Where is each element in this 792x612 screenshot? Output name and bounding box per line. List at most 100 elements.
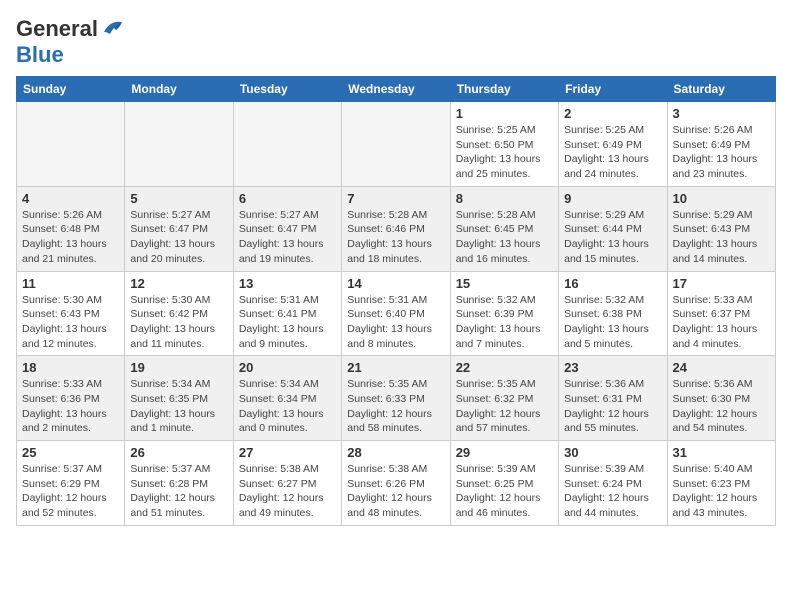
day-info: Sunrise: 5:25 AMSunset: 6:49 PMDaylight:…: [564, 123, 661, 182]
calendar-week-row: 11 Sunrise: 5:30 AMSunset: 6:43 PMDayligh…: [17, 271, 776, 356]
day-info: Sunrise: 5:27 AMSunset: 6:47 PMDaylight:…: [239, 208, 336, 267]
calendar-cell: 9 Sunrise: 5:29 AMSunset: 6:44 PMDaylight…: [559, 186, 667, 271]
day-info: Sunrise: 5:26 AMSunset: 6:49 PMDaylight:…: [673, 123, 770, 182]
day-number: 4: [22, 191, 119, 206]
day-info: Sunrise: 5:37 AMSunset: 6:29 PMDaylight:…: [22, 462, 119, 521]
calendar-cell: 17 Sunrise: 5:33 AMSunset: 6:37 PMDayligh…: [667, 271, 775, 356]
day-number: 10: [673, 191, 770, 206]
calendar-cell: [17, 102, 125, 187]
day-number: 11: [22, 276, 119, 291]
day-number: 1: [456, 106, 553, 121]
day-number: 23: [564, 360, 661, 375]
weekday-header-saturday: Saturday: [667, 77, 775, 102]
day-number: 5: [130, 191, 227, 206]
day-info: Sunrise: 5:38 AMSunset: 6:26 PMDaylight:…: [347, 462, 444, 521]
day-number: 13: [239, 276, 336, 291]
calendar-cell: 31 Sunrise: 5:40 AMSunset: 6:23 PMDayligh…: [667, 441, 775, 526]
day-info: Sunrise: 5:30 AMSunset: 6:43 PMDaylight:…: [22, 293, 119, 352]
page-header: General Blue: [16, 16, 776, 68]
calendar-week-row: 25 Sunrise: 5:37 AMSunset: 6:29 PMDayligh…: [17, 441, 776, 526]
day-info: Sunrise: 5:37 AMSunset: 6:28 PMDaylight:…: [130, 462, 227, 521]
calendar-cell: 26 Sunrise: 5:37 AMSunset: 6:28 PMDayligh…: [125, 441, 233, 526]
weekday-header-thursday: Thursday: [450, 77, 558, 102]
calendar-cell: [125, 102, 233, 187]
day-info: Sunrise: 5:31 AMSunset: 6:40 PMDaylight:…: [347, 293, 444, 352]
calendar-cell: 13 Sunrise: 5:31 AMSunset: 6:41 PMDayligh…: [233, 271, 341, 356]
calendar-cell: 24 Sunrise: 5:36 AMSunset: 6:30 PMDayligh…: [667, 356, 775, 441]
day-info: Sunrise: 5:31 AMSunset: 6:41 PMDaylight:…: [239, 293, 336, 352]
logo-bird-icon: [102, 18, 124, 36]
day-number: 24: [673, 360, 770, 375]
calendar-week-row: 1 Sunrise: 5:25 AMSunset: 6:50 PMDaylight…: [17, 102, 776, 187]
calendar-week-row: 18 Sunrise: 5:33 AMSunset: 6:36 PMDayligh…: [17, 356, 776, 441]
logo: General Blue: [16, 16, 124, 68]
day-number: 12: [130, 276, 227, 291]
weekday-header-monday: Monday: [125, 77, 233, 102]
calendar-cell: 15 Sunrise: 5:32 AMSunset: 6:39 PMDayligh…: [450, 271, 558, 356]
day-number: 8: [456, 191, 553, 206]
calendar-cell: 11 Sunrise: 5:30 AMSunset: 6:43 PMDayligh…: [17, 271, 125, 356]
day-info: Sunrise: 5:33 AMSunset: 6:37 PMDaylight:…: [673, 293, 770, 352]
calendar-cell: 30Sunrise: 5:39 AMSunset: 6:24 PMDayligh…: [559, 441, 667, 526]
weekday-header-friday: Friday: [559, 77, 667, 102]
day-info: Sunrise: 5:29 AMSunset: 6:43 PMDaylight:…: [673, 208, 770, 267]
weekday-header-tuesday: Tuesday: [233, 77, 341, 102]
day-number: 25: [22, 445, 119, 460]
day-info: Sunrise: 5:34 AMSunset: 6:34 PMDaylight:…: [239, 377, 336, 436]
calendar-cell: 10 Sunrise: 5:29 AMSunset: 6:43 PMDayligh…: [667, 186, 775, 271]
calendar-cell: 7 Sunrise: 5:28 AMSunset: 6:46 PMDaylight…: [342, 186, 450, 271]
day-number: 28: [347, 445, 444, 460]
logo-general: General: [16, 16, 98, 41]
day-number: 26: [130, 445, 227, 460]
calendar-cell: 19 Sunrise: 5:34 AMSunset: 6:35 PMDayligh…: [125, 356, 233, 441]
calendar-cell: 14 Sunrise: 5:31 AMSunset: 6:40 PMDayligh…: [342, 271, 450, 356]
calendar-table: SundayMondayTuesdayWednesdayThursdayFrid…: [16, 76, 776, 526]
day-info: Sunrise: 5:28 AMSunset: 6:46 PMDaylight:…: [347, 208, 444, 267]
day-number: 20: [239, 360, 336, 375]
calendar-cell: 8Sunrise: 5:28 AMSunset: 6:45 PMDaylight…: [450, 186, 558, 271]
day-number: 16: [564, 276, 661, 291]
calendar-cell: 12Sunrise: 5:30 AMSunset: 6:42 PMDayligh…: [125, 271, 233, 356]
day-info: Sunrise: 5:32 AMSunset: 6:39 PMDaylight:…: [456, 293, 553, 352]
day-info: Sunrise: 5:29 AMSunset: 6:44 PMDaylight:…: [564, 208, 661, 267]
day-number: 2: [564, 106, 661, 121]
weekday-header-row: SundayMondayTuesdayWednesdayThursdayFrid…: [17, 77, 776, 102]
day-info: Sunrise: 5:40 AMSunset: 6:23 PMDaylight:…: [673, 462, 770, 521]
calendar-cell: [342, 102, 450, 187]
day-number: 6: [239, 191, 336, 206]
logo-blue: Blue: [16, 42, 64, 67]
calendar-cell: 1 Sunrise: 5:25 AMSunset: 6:50 PMDaylight…: [450, 102, 558, 187]
calendar-cell: [233, 102, 341, 187]
day-info: Sunrise: 5:25 AMSunset: 6:50 PMDaylight:…: [456, 123, 553, 182]
calendar-week-row: 4 Sunrise: 5:26 AMSunset: 6:48 PMDaylight…: [17, 186, 776, 271]
calendar-cell: 3 Sunrise: 5:26 AMSunset: 6:49 PMDaylight…: [667, 102, 775, 187]
calendar-cell: 27 Sunrise: 5:38 AMSunset: 6:27 PMDayligh…: [233, 441, 341, 526]
day-number: 27: [239, 445, 336, 460]
calendar-cell: 21Sunrise: 5:35 AMSunset: 6:33 PMDayligh…: [342, 356, 450, 441]
day-number: 17: [673, 276, 770, 291]
day-info: Sunrise: 5:35 AMSunset: 6:32 PMDaylight:…: [456, 377, 553, 436]
calendar-cell: 5Sunrise: 5:27 AMSunset: 6:47 PMDaylight…: [125, 186, 233, 271]
day-info: Sunrise: 5:38 AMSunset: 6:27 PMDaylight:…: [239, 462, 336, 521]
day-number: 22: [456, 360, 553, 375]
day-info: Sunrise: 5:34 AMSunset: 6:35 PMDaylight:…: [130, 377, 227, 436]
calendar-cell: 18 Sunrise: 5:33 AMSunset: 6:36 PMDayligh…: [17, 356, 125, 441]
day-number: 29: [456, 445, 553, 460]
calendar-cell: 25 Sunrise: 5:37 AMSunset: 6:29 PMDayligh…: [17, 441, 125, 526]
day-number: 31: [673, 445, 770, 460]
day-number: 19: [130, 360, 227, 375]
day-number: 30: [564, 445, 661, 460]
day-number: 7: [347, 191, 444, 206]
calendar-cell: 28 Sunrise: 5:38 AMSunset: 6:26 PMDayligh…: [342, 441, 450, 526]
day-info: Sunrise: 5:26 AMSunset: 6:48 PMDaylight:…: [22, 208, 119, 267]
calendar-cell: 6 Sunrise: 5:27 AMSunset: 6:47 PMDaylight…: [233, 186, 341, 271]
day-info: Sunrise: 5:36 AMSunset: 6:30 PMDaylight:…: [673, 377, 770, 436]
calendar-cell: 29 Sunrise: 5:39 AMSunset: 6:25 PMDayligh…: [450, 441, 558, 526]
day-number: 18: [22, 360, 119, 375]
day-info: Sunrise: 5:33 AMSunset: 6:36 PMDaylight:…: [22, 377, 119, 436]
day-info: Sunrise: 5:39 AMSunset: 6:25 PMDaylight:…: [456, 462, 553, 521]
day-number: 15: [456, 276, 553, 291]
day-number: 3: [673, 106, 770, 121]
day-number: 9: [564, 191, 661, 206]
day-number: 14: [347, 276, 444, 291]
